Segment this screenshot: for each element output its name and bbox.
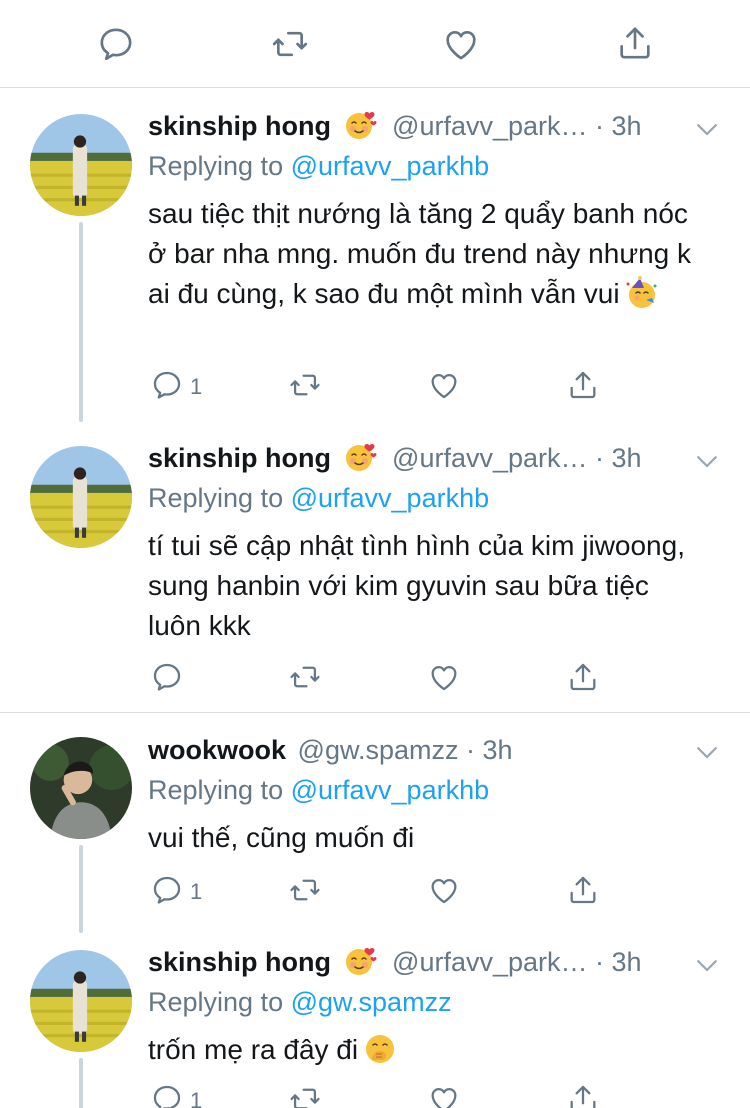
reply-icon[interactable] [150, 1082, 184, 1108]
replying-to: Replying to @urfavv_parkhb [148, 772, 489, 808]
reply-icon[interactable] [150, 873, 184, 907]
like-icon[interactable] [426, 873, 462, 907]
retweet-icon[interactable] [286, 660, 324, 694]
like-icon[interactable] [426, 660, 462, 694]
thread-line [79, 1058, 83, 1108]
tweet-text: tí tui sẽ cập nhật tình hình của kim jiw… [148, 530, 685, 641]
tweet-text: vui thế, cũng muốn đi [148, 822, 415, 853]
retweet-icon[interactable] [286, 1082, 324, 1108]
chevron-down-icon[interactable] [692, 446, 722, 476]
display-name[interactable]: skinship hong [148, 111, 331, 141]
tweet-header: skinship hong @urfavv_park… · 3h [148, 944, 642, 980]
avatar[interactable] [30, 737, 132, 839]
handle-time: @urfavv_park… · 3h [392, 947, 642, 977]
share-icon[interactable] [566, 1081, 600, 1108]
hand-over-mouth-emoji-icon [362, 1032, 398, 1066]
chevron-down-icon[interactable] [692, 114, 722, 144]
mention-link[interactable]: @urfavv_parkhb [291, 775, 490, 805]
thread-line [79, 222, 83, 422]
like-icon[interactable] [426, 368, 462, 402]
smiling-hearts-emoji-icon [343, 109, 379, 141]
smiling-hearts-emoji-icon [343, 945, 379, 977]
replying-prefix: Replying to [148, 775, 284, 805]
tweet-header: skinship hong @urfavv_park… · 3h [148, 108, 642, 144]
party-face-emoji-icon [624, 276, 660, 310]
tweet-1[interactable]: skinship hong @urfavv_park… · 3h Replyin… [0, 90, 750, 422]
replying-to: Replying to @urfavv_parkhb [148, 480, 489, 516]
avatar[interactable] [30, 950, 132, 1052]
chevron-down-icon[interactable] [692, 950, 722, 980]
reply-count: 1 [190, 1088, 203, 1108]
avatar[interactable] [30, 114, 132, 216]
tweet-3[interactable]: wookwook @gw.spamzz · 3h Replying to @ur… [0, 713, 750, 933]
tweet-text: sau tiệc thịt nướng là tăng 2 quẩy banh … [148, 194, 708, 314]
share-icon[interactable] [566, 367, 600, 403]
tweet-header: wookwook @gw.spamzz · 3h [148, 732, 513, 768]
share-icon[interactable] [615, 22, 655, 64]
retweet-icon[interactable] [286, 368, 324, 402]
handle-time: @urfavv_park… · 3h [392, 111, 642, 141]
reply-icon[interactable] [150, 368, 184, 402]
display-name[interactable]: skinship hong [148, 947, 331, 977]
tweet-4[interactable]: skinship hong @urfavv_park… · 3h Replyin… [0, 926, 750, 1108]
tweet-2[interactable]: skinship hong @urfavv_park… · 3h Replyin… [0, 422, 750, 712]
mention-link[interactable]: @urfavv_parkhb [291, 151, 490, 181]
share-icon[interactable] [566, 659, 600, 695]
display-name[interactable]: skinship hong [148, 443, 331, 473]
share-icon[interactable] [566, 872, 600, 908]
display-name[interactable]: wookwook [148, 735, 286, 765]
avatar[interactable] [30, 446, 132, 548]
handle-time: @urfavv_park… · 3h [392, 443, 642, 473]
mention-link[interactable]: @urfavv_parkhb [291, 483, 490, 513]
thread-line [79, 845, 83, 933]
smiling-hearts-emoji-icon [343, 441, 379, 473]
retweet-icon[interactable] [286, 873, 324, 907]
top-action-bar [0, 0, 750, 88]
reply-count: 1 [190, 374, 203, 399]
tweet-text: trốn mẹ ra đây đi [148, 1030, 708, 1070]
like-icon[interactable] [426, 1082, 462, 1108]
replying-prefix: Replying to [148, 151, 284, 181]
tweet-text-content: sau tiệc thịt nướng là tăng 2 quẩy banh … [148, 198, 691, 309]
chevron-down-icon[interactable] [692, 737, 722, 767]
replying-prefix: Replying to [148, 987, 284, 1017]
replying-to: Replying to @gw.spamzz [148, 984, 452, 1020]
like-icon[interactable] [440, 24, 482, 64]
handle-time: @gw.spamzz · 3h [297, 735, 513, 765]
mention-link[interactable]: @gw.spamzz [291, 987, 452, 1017]
reply-icon[interactable] [96, 24, 136, 64]
retweet-icon[interactable] [268, 24, 312, 64]
replying-to: Replying to @urfavv_parkhb [148, 148, 489, 184]
reply-count: 1 [190, 879, 203, 904]
tweet-header: skinship hong @urfavv_park… · 3h [148, 440, 642, 476]
tweet-text-content: trốn mẹ ra đây đi [148, 1034, 359, 1065]
reply-icon[interactable] [150, 660, 184, 694]
replying-prefix: Replying to [148, 483, 284, 513]
